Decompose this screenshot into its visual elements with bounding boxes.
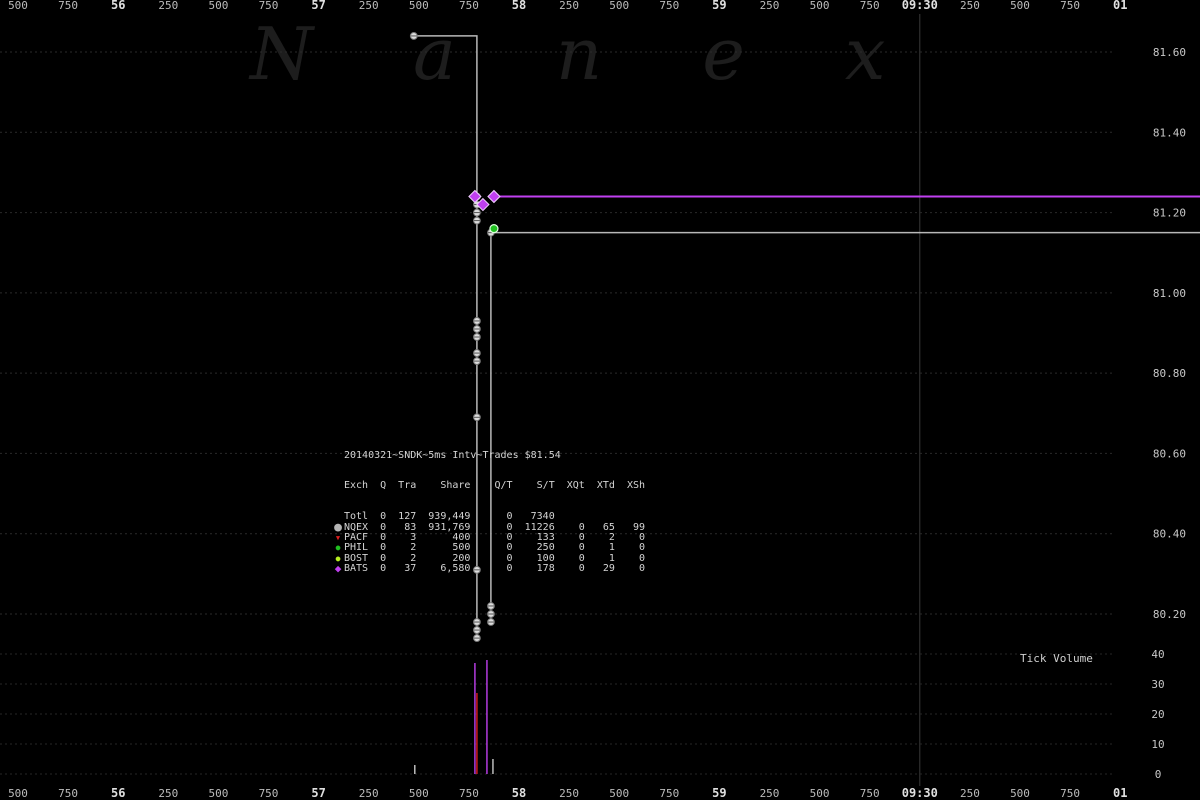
volume-tick-label: 40 [1151,648,1164,661]
x-tick-label-bottom: 750 [659,787,679,800]
x-tick-label-top: 750 [259,0,279,12]
x-tick-label-bottom: 500 [208,787,228,800]
y-tick-label: 80.80 [1153,367,1186,380]
x-tick-label-top: 250 [960,0,980,12]
x-tick-label-top: 09:30 [902,0,938,12]
legend-marker-icon: ● [334,519,342,535]
x-axis-bottom: 500 750 56 250 500 750 57 250 500 750 58 250 500 750 5… [8,786,1127,800]
x-tick-label-top: 500 [1010,0,1030,12]
x-tick-label-bottom: 56 [111,786,125,800]
x-tick-label-top: 56 [111,0,125,12]
y-tick-label: 81.20 [1153,207,1186,220]
x-tick-label-top: 750 [860,0,880,12]
x-tick-label-bottom: 750 [58,787,78,800]
x-tick-label-top: 750 [58,0,78,12]
x-tick-label-bottom: 250 [359,787,379,800]
tick-volume-label: Tick Volume [1020,652,1093,665]
bats-trade-mark [487,189,501,204]
x-tick-label-bottom: 750 [860,787,880,800]
x-tick-label-bottom: 500 [609,787,629,800]
x-tick-label-bottom: 250 [559,787,579,800]
volume-axis: 0 10 20 30 40 [1151,648,1164,781]
legend-header: Exch Q Tra Share Q/T S/T XQt XTd XSh [344,480,646,492]
x-tick-label-bottom: 09:30 [902,786,938,800]
x-tick-label-top: 58 [512,0,526,12]
x-tick-label-bottom: 750 [459,787,479,800]
x-axis-top: 500 750 56 250 500 750 57 250 500 750 58 250 500 750 5… [8,0,1127,12]
x-tick-label-bottom: 750 [1060,787,1080,800]
x-tick-label-bottom: 58 [512,786,526,800]
x-tick-label-bottom: 500 [810,787,830,800]
volume-tick-label: 30 [1151,678,1164,691]
x-tick-label-top: 250 [559,0,579,12]
volume-tick-label: 0 [1155,768,1162,781]
phil-trade-mark [489,224,499,234]
x-tick-label-top: 250 [359,0,379,12]
legend-title: 20140321~SNDK~5ms Intv~Trades $81.54 [344,449,561,461]
y-tick-label: 81.40 [1153,126,1186,139]
y-tick-label: 81.60 [1153,46,1186,59]
legend-row: ◆ BATS 0 37 6,580 0 178 0 29 0 [332,561,646,575]
x-tick-label-bottom: 01 [1113,786,1127,800]
x-tick-label-top: 750 [1060,0,1080,12]
trade-chart: 500 750 56 250 500 750 57 250 500 750 58 250 500 750 5… [0,0,1200,800]
legend-marker-icon: ◆ [334,561,342,575]
x-tick-label-bottom: 250 [760,787,780,800]
legend-marker-icon: ▼ [335,533,341,542]
volume-tick-label: 20 [1151,708,1164,721]
legend-row-text: BATS 0 37 6,580 0 178 0 29 0 [344,562,646,574]
x-tick-label-top: 500 [208,0,228,12]
volume-tick-label: 10 [1151,738,1164,751]
bats-trade-mark [468,189,482,204]
legend: 20140321~SNDK~5ms Intv~Trades $81.54 Exc… [332,430,645,584]
x-tick-label-bottom: 250 [158,787,178,800]
x-tick-label-top: 500 [609,0,629,12]
legend-marker-icon: ● [335,543,341,553]
x-tick-label-top: 500 [810,0,830,12]
x-tick-label-top: 750 [659,0,679,12]
x-tick-label-top: 01 [1113,0,1127,12]
x-tick-label-top: 500 [8,0,28,12]
y-tick-label: 80.40 [1153,528,1186,541]
y-axis: 80.20 80.40 80.60 80.80 81.00 81.20 81.40 81.60 [1153,46,1186,621]
x-tick-label-bottom: 59 [712,786,726,800]
x-tick-label-bottom: 750 [259,787,279,800]
x-tick-label-bottom: 500 [8,787,28,800]
x-tick-label-top: 250 [760,0,780,12]
y-tick-label: 80.60 [1153,447,1186,460]
bats-trade-mark [476,197,490,212]
grid [0,14,1112,786]
x-tick-label-top: 57 [311,0,325,12]
x-tick-label-top: 500 [409,0,429,12]
x-tick-label-top: 59 [712,0,726,12]
x-tick-label-bottom: 500 [409,787,429,800]
x-tick-label-bottom: 500 [1010,787,1030,800]
x-tick-label-top: 250 [158,0,178,12]
y-tick-label: 80.20 [1153,608,1186,621]
x-tick-label-bottom: 57 [311,786,325,800]
x-tick-label-bottom: 250 [960,787,980,800]
volume-bars [414,660,494,774]
x-tick-label-top: 750 [459,0,479,12]
y-tick-label: 81.00 [1153,287,1186,300]
legend-rows: Totl 0 127 939,449 0 7340 ● NQEX 0 83 931… [332,512,645,574]
